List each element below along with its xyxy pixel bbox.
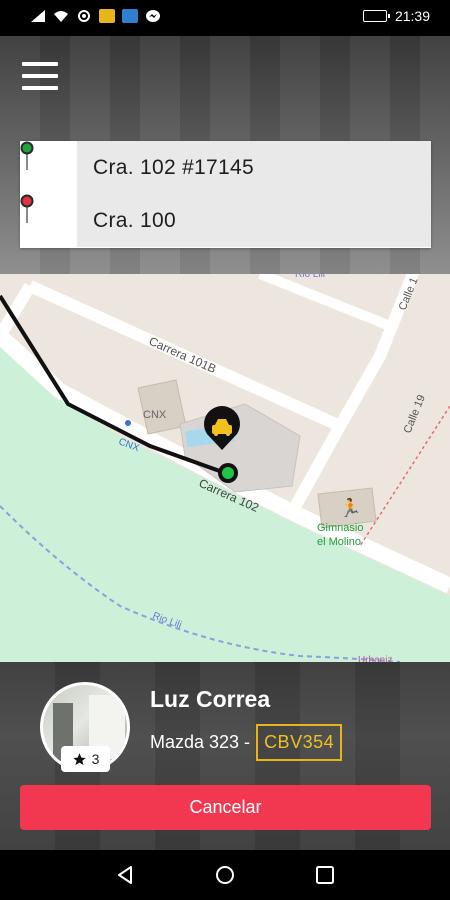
recents-icon[interactable] [315,865,335,885]
star-icon [72,752,86,765]
building-cnx [137,379,187,435]
settings-notification-icon [78,10,90,22]
messenger-icon [146,10,160,22]
origin-address: Cra. 102 #17145 [77,141,431,194]
label-gym-line1: Gimnasio [317,522,363,534]
label-carrera-101b: Carrera 101B [147,334,219,376]
red-pin-icon [20,194,34,223]
destination-address: Cra. 100 [77,194,431,247]
status-icons [30,9,161,23]
taxi-notification-icon [99,9,115,23]
rating-value: 3 [91,751,100,767]
gym-icon: 🏃 [339,497,361,519]
origin-row[interactable]: Cra. 102 #17145 [20,141,431,194]
destination-row[interactable]: Cra. 100 [20,194,431,247]
navigation-bar [0,850,450,900]
status-right: 21:39 [362,8,430,24]
road-top [258,269,392,331]
home-icon[interactable] [215,865,235,885]
cancel-button[interactable]: Cancelar [20,785,431,830]
origin-marker[interactable] [218,463,238,483]
driver-name: Luz Correa [150,686,271,712]
menu-button[interactable] [22,62,58,92]
car-model: Mazda 323 - [150,732,251,752]
label-cnx-building: CNX [143,409,167,421]
road-vertical-left [0,282,36,340]
license-plate: CBV354 [256,724,343,761]
car-info: Mazda 323 - CBV354 [150,724,343,761]
battery-icon [362,10,390,22]
status-bar: 21:39 [0,0,450,36]
driver-panel: 3 Luz Correa Mazda 323 - CBV354 Cancelar [0,662,450,850]
signal-icon [31,10,45,22]
back-icon[interactable] [115,865,135,885]
wifi-icon [54,11,68,22]
hamburger-menu-icon [22,62,58,66]
green-pin-icon [20,141,34,170]
address-card: Cra. 102 #17145 Cra. 100 [20,141,431,248]
app-notification-icon [122,9,138,23]
label-calle-19: Calle 19 [402,393,428,435]
rating-badge: 3 [61,746,110,772]
stop-dot [125,420,131,426]
status-time: 21:39 [394,8,430,24]
label-gym-line2: el Molino [317,536,361,548]
